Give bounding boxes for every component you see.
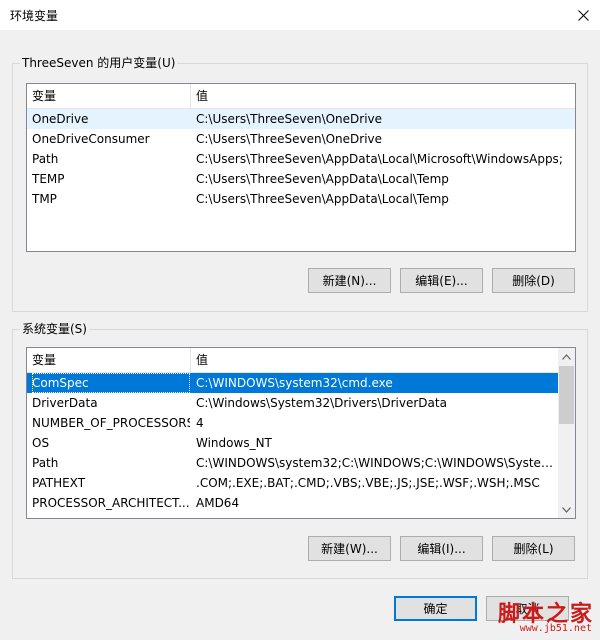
variable-value: C:\WINDOWS\system32\cmd.exe bbox=[196, 376, 393, 390]
list-row[interactable]: OneDrive C:\Users\ThreeSeven\OneDrive bbox=[27, 109, 575, 129]
list-row[interactable]: Path C:\WINDOWS\system32;C:\WINDOWS;C:\WI… bbox=[27, 453, 558, 473]
system-new-button[interactable]: 新建(W)... bbox=[308, 536, 391, 561]
list-header: 变量 值 bbox=[27, 348, 558, 373]
user-new-button[interactable]: 新建(N)... bbox=[308, 268, 391, 293]
list-row[interactable]: OneDriveConsumer C:\Users\ThreeSeven\OneD… bbox=[27, 129, 575, 149]
variable-name: TMP bbox=[32, 192, 57, 206]
list-row[interactable]: ComSpec C:\WINDOWS\system32\cmd.exe bbox=[27, 373, 558, 393]
system-edit-button[interactable]: 编辑(I)... bbox=[400, 536, 483, 561]
scroll-down-button[interactable] bbox=[558, 501, 575, 518]
variable-value: Windows_NT bbox=[196, 436, 272, 450]
user-delete-button[interactable]: 删除(D) bbox=[492, 268, 575, 293]
variable-value: C:\Windows\System32\Drivers\DriverData bbox=[196, 396, 447, 410]
variable-value: C:\Users\ThreeSeven\AppData\Local\Temp bbox=[196, 192, 449, 206]
vertical-scrollbar[interactable] bbox=[558, 348, 575, 518]
user-variables-label: ThreeSeven 的用户变量(U) bbox=[20, 56, 178, 70]
column-header-name[interactable]: 变量 bbox=[27, 84, 191, 108]
column-header-value[interactable]: 值 bbox=[191, 348, 558, 372]
column-header-value[interactable]: 值 bbox=[191, 84, 575, 108]
variable-name: OneDrive bbox=[32, 112, 89, 126]
list-row[interactable]: PROCESSOR_ARCHITECT... AMD64 bbox=[27, 493, 558, 513]
variable-name: OS bbox=[32, 436, 50, 450]
system-delete-button[interactable]: 删除(L) bbox=[492, 536, 575, 561]
system-variables-list[interactable]: 变量 值 ComSpec C:\WINDOWS\system32\cmd.exe D… bbox=[26, 347, 576, 519]
chevron-up-icon bbox=[562, 353, 571, 360]
list-row[interactable]: TEMP C:\Users\ThreeSeven\AppData\Local\Te… bbox=[27, 169, 575, 189]
variable-name: ComSpec bbox=[32, 373, 190, 393]
list-row[interactable]: Path C:\Users\ThreeSeven\AppData\Local\Mi… bbox=[27, 149, 575, 169]
user-variables-list[interactable]: 变量 值 OneDrive C:\Users\ThreeSeven\OneDriv… bbox=[26, 83, 576, 252]
system-variables-rows: ComSpec C:\WINDOWS\system32\cmd.exe Driver… bbox=[27, 373, 558, 513]
list-row[interactable]: DriverData C:\Windows\System32\Drivers\Dr… bbox=[27, 393, 558, 413]
variable-name: Path bbox=[32, 152, 59, 166]
variable-value: 4 bbox=[196, 416, 204, 430]
user-edit-button[interactable]: 编辑(E)... bbox=[400, 268, 483, 293]
list-row[interactable]: NUMBER_OF_PROCESSORS 4 bbox=[27, 413, 558, 433]
list-header: 变量 值 bbox=[27, 84, 575, 109]
system-variables-label: 系统变量(S) bbox=[20, 322, 89, 336]
window-title: 环境变量 bbox=[10, 9, 59, 23]
variable-name: PROCESSOR_ARCHITECT... bbox=[32, 496, 190, 510]
chevron-down-icon bbox=[562, 506, 571, 513]
title-bar: 环境变量 bbox=[0, 0, 600, 30]
variable-value: C:\WINDOWS\system32;C:\WINDOWS;C:\WINDOW… bbox=[196, 456, 554, 470]
variable-value: AMD64 bbox=[196, 496, 240, 510]
list-row[interactable]: PATHEXT .COM;.EXE;.BAT;.CMD;.VBS;.VBE;.JS… bbox=[27, 473, 558, 493]
variable-value: C:\Users\ThreeSeven\AppData\Local\Temp bbox=[196, 172, 449, 186]
variable-name: OneDriveConsumer bbox=[32, 132, 150, 146]
variable-name: PATHEXT bbox=[32, 476, 86, 490]
variable-name: NUMBER_OF_PROCESSORS bbox=[32, 416, 190, 430]
variable-name: DriverData bbox=[32, 396, 98, 410]
system-list-viewport: 变量 值 ComSpec C:\WINDOWS\system32\cmd.exe D… bbox=[27, 348, 558, 518]
list-row[interactable]: OS Windows_NT bbox=[27, 433, 558, 453]
variable-value: C:\Users\ThreeSeven\OneDrive bbox=[196, 112, 383, 126]
scroll-up-button[interactable] bbox=[558, 348, 575, 365]
variable-value: .COM;.EXE;.BAT;.CMD;.VBS;.VBE;.JS;.JSE;.… bbox=[196, 476, 540, 490]
variable-name: Path bbox=[32, 456, 59, 470]
column-header-name[interactable]: 变量 bbox=[27, 348, 191, 372]
watermark: 脚本之家 www.jb51.net bbox=[444, 596, 594, 636]
variable-value: C:\Users\ThreeSeven\AppData\Local\Micros… bbox=[196, 152, 563, 166]
watermark-url: www.jb51.net bbox=[519, 623, 592, 634]
user-variables-rows: OneDrive C:\Users\ThreeSeven\OneDrive OneD… bbox=[27, 109, 575, 209]
close-icon bbox=[577, 9, 589, 21]
variable-name: TEMP bbox=[32, 172, 65, 186]
list-row[interactable]: TMP C:\Users\ThreeSeven\AppData\Local\Tem… bbox=[27, 189, 575, 209]
scroll-thumb[interactable] bbox=[559, 366, 574, 424]
variable-value: C:\Users\ThreeSeven\OneDrive bbox=[196, 132, 383, 146]
close-button[interactable] bbox=[566, 0, 600, 30]
